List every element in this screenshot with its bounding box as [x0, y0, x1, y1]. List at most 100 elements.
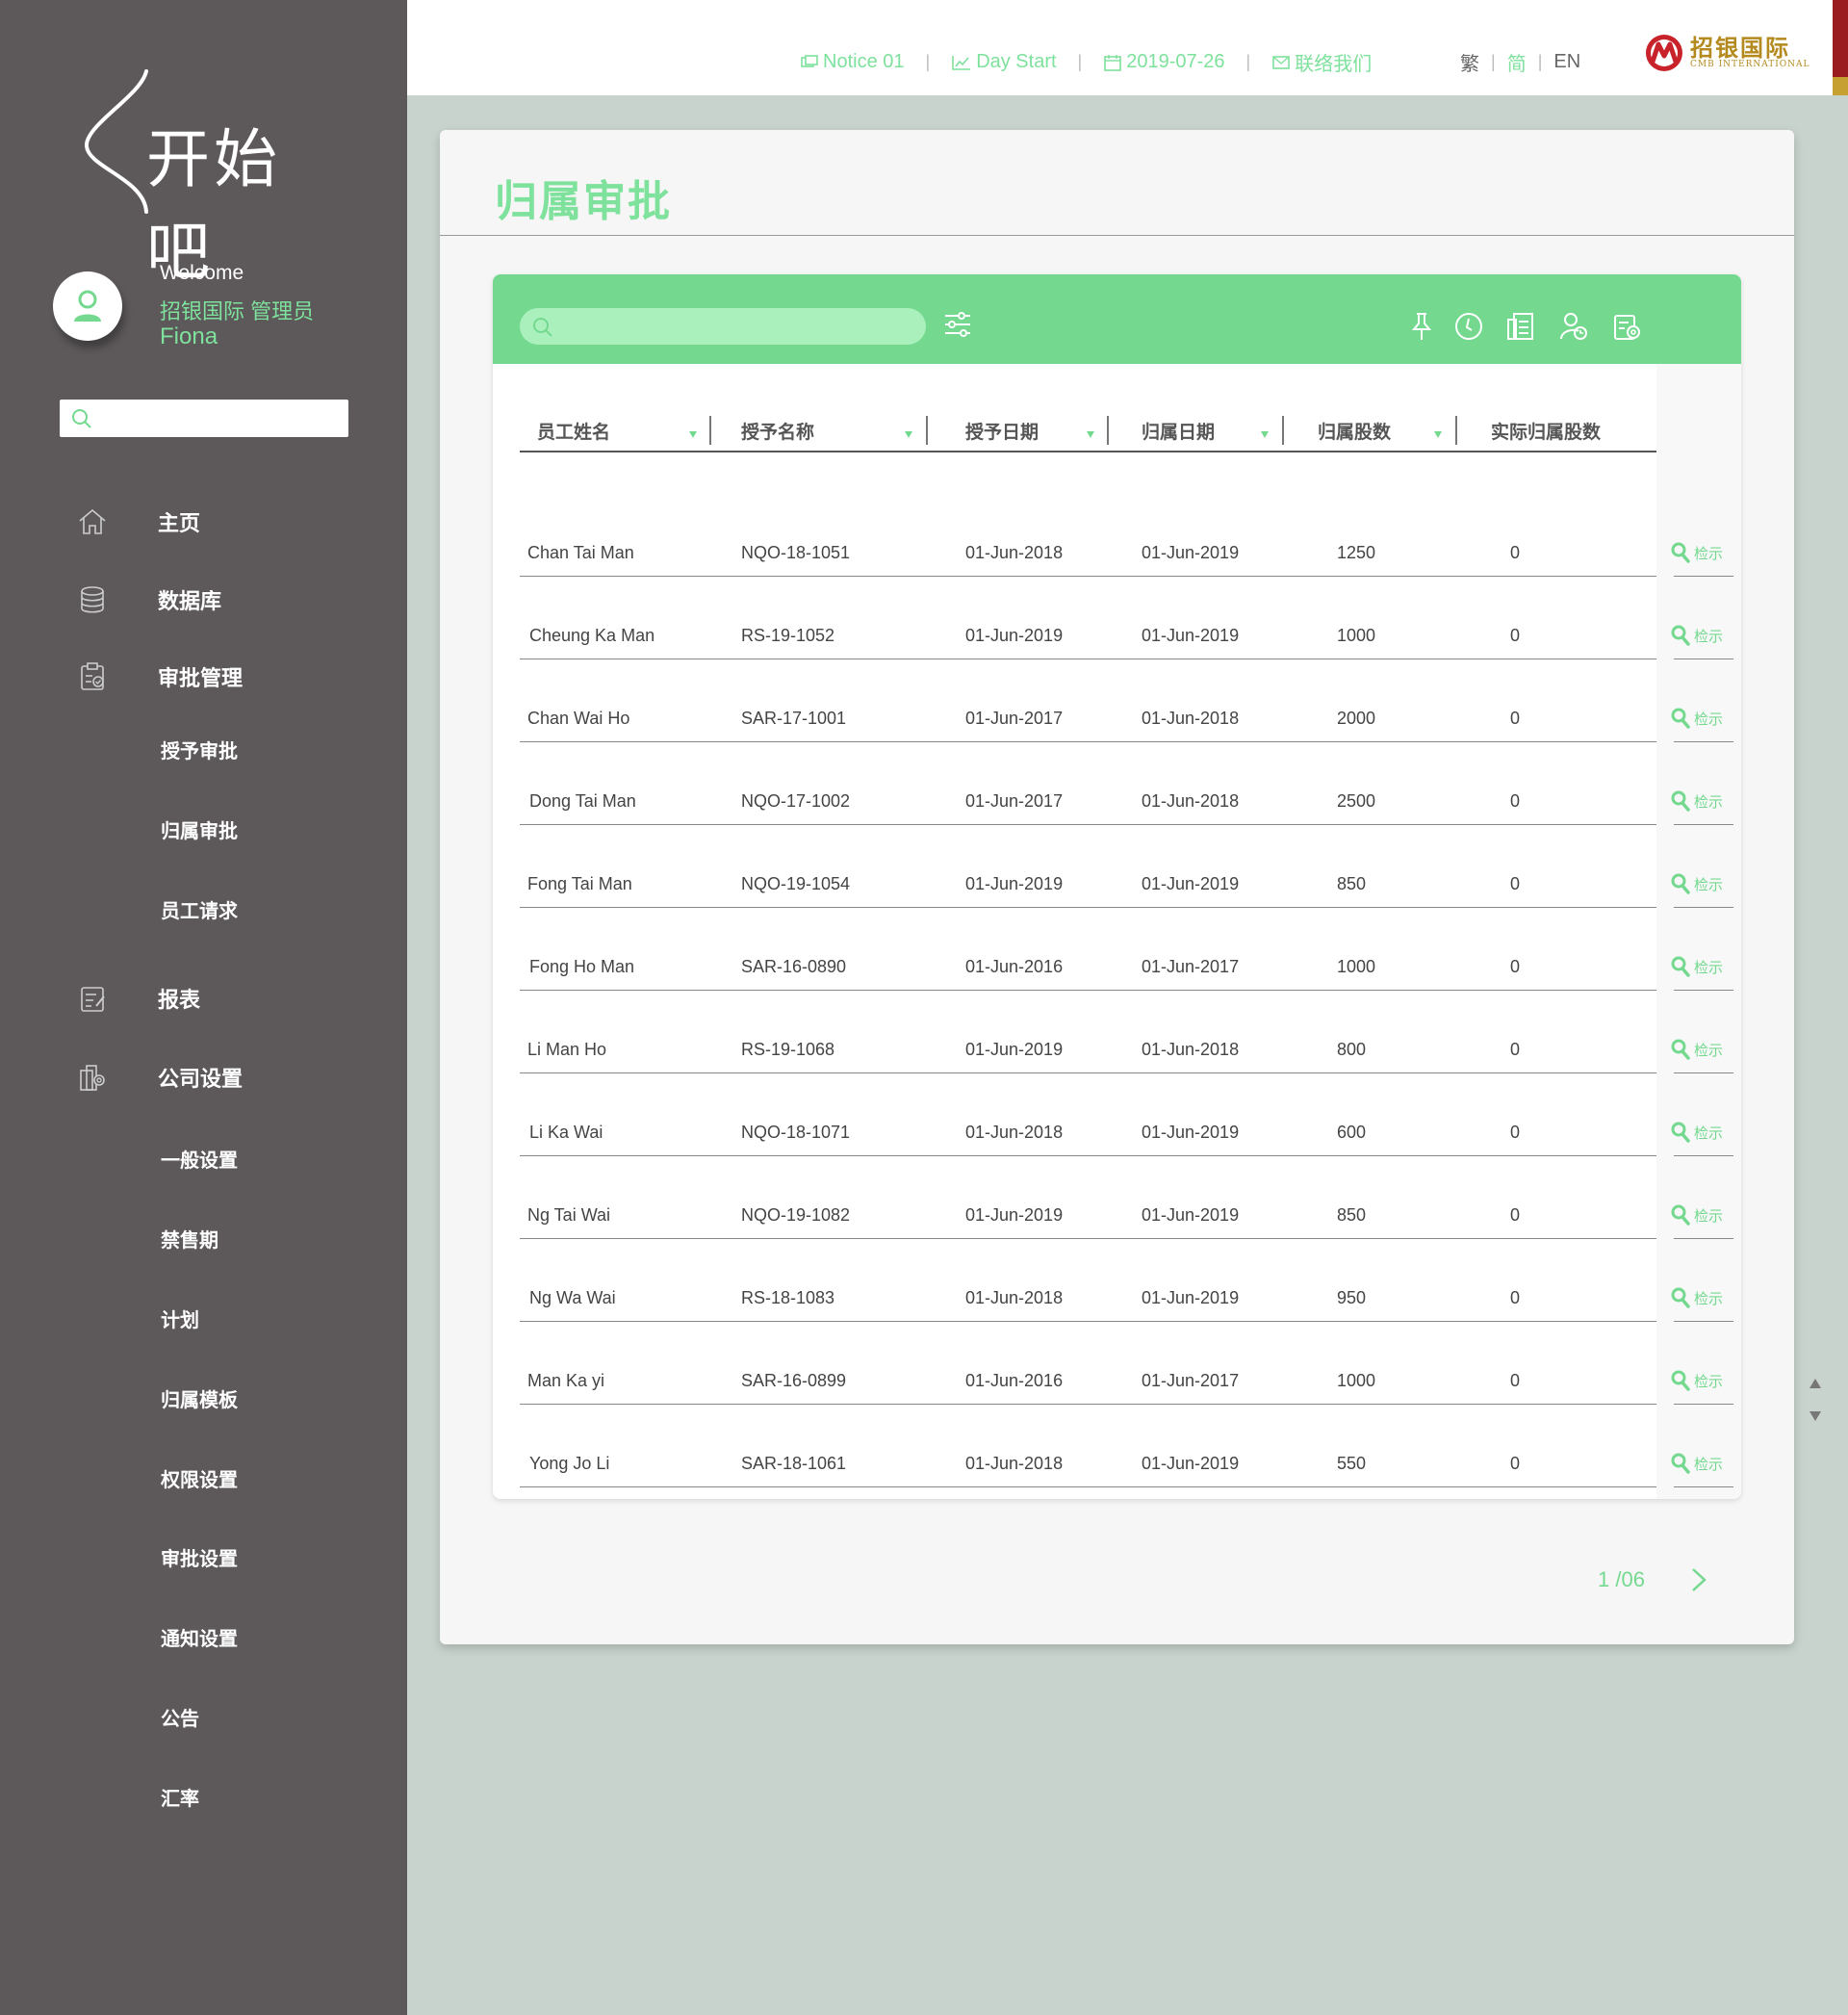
sidebar-subitem-vesting-approval[interactable]: 归属审批 [161, 815, 238, 843]
clock-icon[interactable] [1451, 309, 1486, 344]
lang-simplified[interactable]: 简 [1507, 48, 1527, 76]
table-row[interactable]: Fong Tai Man NQO-19-1054 01-Jun-2019 01-Jun… [493, 825, 1741, 908]
table-cell: 01-Jun-2019 [965, 626, 1064, 645]
scroll-down-icon[interactable] [1810, 1411, 1821, 1421]
company-settings-icon [75, 1060, 110, 1095]
table-cell: 01-Jun-2019 [1142, 1123, 1240, 1142]
column-header-grant-name[interactable]: 授予名称 [741, 418, 814, 444]
sidebar-item-home[interactable]: 主页 [75, 503, 200, 541]
table-row[interactable]: Ng Wa Wai RS-18-1083 01-Jun-2018 01-Jun-201… [493, 1239, 1741, 1322]
view-button[interactable]: 检示 [1671, 625, 1723, 646]
next-page-icon[interactable] [1687, 1565, 1710, 1594]
sidebar-subitem-exchange-rate[interactable]: 汇率 [161, 1783, 199, 1811]
view-button[interactable]: 检示 [1671, 542, 1723, 563]
table-row[interactable]: Man Ka yi SAR-16-0899 01-Jun-2016 01-Jun-20… [493, 1322, 1741, 1405]
table-search-input[interactable] [558, 308, 914, 345]
table-row[interactable]: Chan Tai Man NQO-18-1051 01-Jun-2018 01-Jun… [493, 494, 1741, 577]
lang-traditional[interactable]: 繁 [1460, 48, 1479, 76]
table-cell: 01-Jun-2018 [965, 1454, 1064, 1473]
sort-arrow-icon[interactable] [1087, 431, 1094, 438]
date-link[interactable]: 2019-07-26 [1103, 51, 1225, 73]
search-icon[interactable] [531, 316, 554, 339]
table-panel: 员工姓名 授予名称 授予日期 归属日期 归属股数 实际归属股数 Chan Tai… [493, 274, 1741, 1499]
sidebar-item-database[interactable]: 数据库 [75, 581, 221, 619]
sidebar-search-input[interactable] [100, 400, 341, 437]
view-button[interactable]: 检示 [1671, 1122, 1723, 1143]
table-row[interactable]: Li Ka Wai NQO-18-1071 01-Jun-2018 01-Jun-20… [493, 1073, 1741, 1156]
contact-link[interactable]: 联络我们 [1271, 48, 1372, 76]
sort-arrow-icon[interactable] [689, 431, 697, 438]
scroll-up-icon[interactable] [1810, 1379, 1821, 1388]
view-button[interactable]: 检示 [1671, 708, 1723, 729]
column-header-employee[interactable]: 员工姓名 [537, 418, 610, 444]
document-icon[interactable] [1503, 309, 1538, 344]
approval-icon [75, 659, 110, 694]
sidebar-subitem-vesting-template[interactable]: 归属模板 [161, 1384, 238, 1412]
user-time-icon[interactable] [1556, 309, 1591, 344]
view-button[interactable]: 检示 [1671, 1453, 1723, 1474]
view-label: 检示 [1694, 1373, 1724, 1390]
column-header-grant-date[interactable]: 授予日期 [965, 418, 1039, 444]
table-row[interactable]: Chan Wai Ho SAR-17-1001 01-Jun-2017 01-Jun-… [493, 659, 1741, 742]
sort-arrow-icon[interactable] [1434, 431, 1442, 438]
app-logo[interactable]: 开始吧 [77, 67, 327, 289]
search-icon[interactable] [70, 407, 93, 430]
sidebar-subitem-general[interactable]: 一般设置 [161, 1145, 238, 1173]
table-cell: 01-Jun-2018 [965, 1288, 1064, 1307]
view-button[interactable]: 检示 [1671, 1370, 1723, 1391]
sidebar-subitem-blackout[interactable]: 禁售期 [161, 1225, 218, 1253]
avatar[interactable] [53, 271, 122, 341]
view-button[interactable]: 检示 [1671, 873, 1723, 894]
view-button[interactable]: 检示 [1671, 790, 1723, 812]
view-button[interactable]: 检示 [1671, 1204, 1723, 1226]
header-underline [520, 451, 1656, 452]
table-row[interactable]: Cheung Ka Man RS-19-1052 01-Jun-2019 01-Jun… [493, 577, 1741, 659]
table-cell: SAR-16-0890 [741, 957, 847, 976]
company-name-en: CMB INTERNATIONAL [1690, 60, 1810, 69]
database-icon [75, 582, 110, 617]
view-button[interactable]: 检示 [1671, 956, 1723, 977]
table-row[interactable]: Li Man Ho RS-19-1068 01-Jun-2019 01-Jun-201… [493, 991, 1741, 1073]
sort-arrow-icon[interactable] [905, 431, 912, 438]
lang-english[interactable]: EN [1553, 51, 1580, 73]
table-row[interactable]: Ng Tai Wai NQO-19-1082 01-Jun-2019 01-Jun-2… [493, 1156, 1741, 1239]
report-icon [75, 981, 110, 1016]
table-cell: 1000 [1337, 626, 1376, 645]
document-settings-icon[interactable] [1609, 309, 1644, 344]
sidebar-subitem-announcement[interactable]: 公告 [161, 1703, 199, 1731]
sidebar-item-company-settings[interactable]: 公司设置 [75, 1058, 243, 1097]
filter-icon[interactable] [942, 309, 973, 340]
column-header-actual-shares[interactable]: 实际归属股数 [1491, 418, 1601, 444]
column-header-vesting-date[interactable]: 归属日期 [1142, 418, 1215, 444]
view-label: 检示 [1694, 1456, 1724, 1473]
column-header-vesting-shares[interactable]: 归属股数 [1318, 418, 1391, 444]
sidebar-item-label: 审批管理 [158, 666, 244, 690]
table-cell: Chan Tai Man [527, 543, 634, 562]
notice-link[interactable]: Notice 01 [800, 51, 905, 73]
table-row[interactable]: Fong Ho Man SAR-16-0890 01-Jun-2016 01-Jun-… [493, 908, 1741, 991]
sidebar-subitem-notification-settings[interactable]: 通知设置 [161, 1623, 238, 1651]
main-card: 归属审批 员工姓名 授予名称 授予日期 归属日期 归属股数 实际归属股数 Cha… [440, 130, 1794, 1644]
day-start-link[interactable]: Day Start [951, 51, 1057, 73]
table-row[interactable]: Yong Jo Li SAR-18-1061 01-Jun-2018 01-Jun-2… [493, 1405, 1741, 1487]
pin-icon[interactable] [1404, 309, 1439, 344]
view-button[interactable]: 检示 [1671, 1039, 1723, 1060]
table-cell: 01-Jun-2019 [1142, 1205, 1240, 1225]
sort-arrow-icon[interactable] [1261, 431, 1269, 438]
sidebar-subitem-grant-approval[interactable]: 授予审批 [161, 736, 238, 763]
calendar-icon [1104, 54, 1122, 71]
sidebar-item-report[interactable]: 报表 [75, 979, 200, 1018]
home-icon [75, 504, 110, 539]
magnifier-icon [1671, 625, 1690, 646]
table-cell: 01-Jun-2018 [1142, 1040, 1240, 1059]
sidebar-subitem-plan[interactable]: 计划 [161, 1305, 199, 1332]
sidebar-item-approval[interactable]: 审批管理 [75, 658, 243, 696]
top-links: Notice 01 | Day Start | 2019-07-26 | 联络我… [800, 48, 1372, 76]
table-cell: 01-Jun-2019 [1142, 874, 1240, 893]
sidebar-subitem-approval-settings[interactable]: 审批设置 [161, 1543, 238, 1571]
table-row[interactable]: Dong Tai Man NQO-17-1002 01-Jun-2017 01-Jun… [493, 742, 1741, 825]
view-button[interactable]: 检示 [1671, 1287, 1723, 1308]
sidebar-subitem-permissions[interactable]: 权限设置 [161, 1464, 238, 1492]
table-cell: 01-Jun-2018 [1142, 791, 1240, 811]
sidebar-subitem-employee-request[interactable]: 员工请求 [161, 895, 238, 923]
